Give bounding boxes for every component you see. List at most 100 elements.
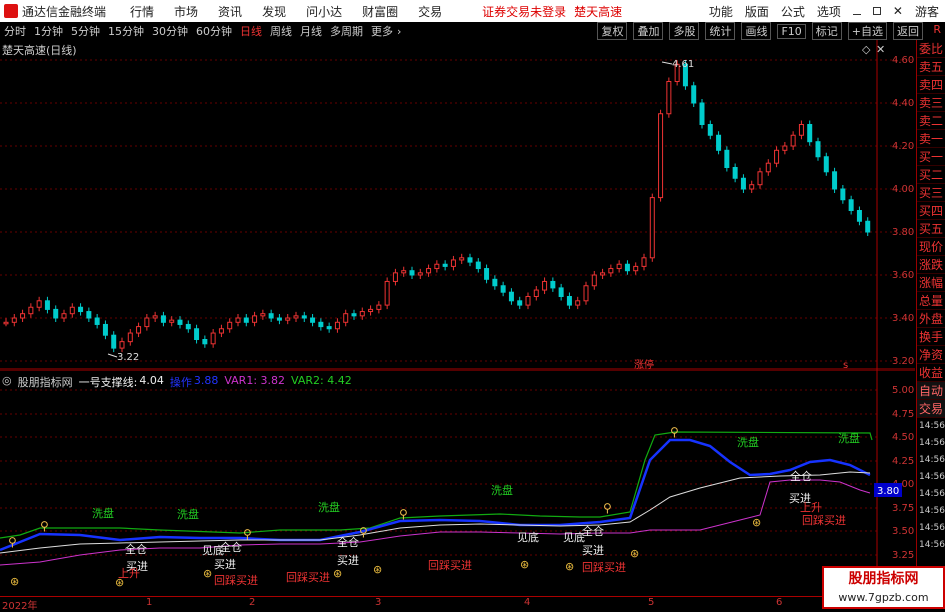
side-item[interactable]: 买五 <box>917 220 945 238</box>
menu-ask[interactable]: 问小达 <box>306 3 342 20</box>
tool-mark[interactable]: 标记 <box>811 22 842 40</box>
menu-options[interactable]: 选项 <box>817 3 841 20</box>
tool-f10[interactable]: F10 <box>777 23 806 39</box>
login-warning[interactable]: 证券交易未登录 <box>482 3 566 20</box>
figure-icon: ⚲ <box>359 525 368 539</box>
candle-body <box>790 134 796 147</box>
tool-draw[interactable]: 画线 <box>741 22 772 40</box>
maximize-icon[interactable] <box>872 7 881 15</box>
tool-overlay[interactable]: 叠加 <box>633 22 664 40</box>
side-time: 14:56 <box>919 438 945 448</box>
menu-quotes[interactable]: 行情 <box>130 3 154 20</box>
side-item[interactable]: 收益 <box>917 364 945 382</box>
pullback-buy-label: 回踩买进 <box>428 559 472 572</box>
side-item[interactable]: 卖二 <box>917 112 945 130</box>
close-icon[interactable]: ✕ <box>893 4 903 18</box>
price-tick: 4.60 <box>892 55 914 66</box>
app-logo-icon <box>4 4 18 18</box>
candle-body <box>218 328 224 334</box>
menu-formula[interactable]: 公式 <box>781 3 805 20</box>
candle-body <box>310 317 316 323</box>
period-multi[interactable]: 多周期 <box>330 23 363 39</box>
period-1min[interactable]: 1分钟 <box>34 23 63 39</box>
settings-diamond-icon[interactable]: ◇ <box>862 43 870 56</box>
side-item[interactable]: 涨跌 <box>917 256 945 274</box>
candle-body <box>558 287 564 297</box>
chart-title: 楚天高速(日线) <box>2 44 77 57</box>
side-item-trade[interactable]: 交易 <box>917 400 945 418</box>
close-panel-icon[interactable]: ✕ <box>876 43 885 56</box>
candle-body <box>442 263 448 267</box>
menu-discover[interactable]: 发现 <box>262 3 286 20</box>
period-15min[interactable]: 15分钟 <box>108 23 144 39</box>
chevron-right-icon[interactable]: › <box>397 25 401 38</box>
minimize-icon[interactable] <box>852 7 861 15</box>
buy-label: 买进 <box>214 558 236 571</box>
candle-body <box>823 156 829 173</box>
period-30min[interactable]: 30分钟 <box>152 23 188 39</box>
menu-trade[interactable]: 交易 <box>418 3 442 20</box>
tool-adjust[interactable]: 复权 <box>597 22 628 40</box>
date-tick: 3 <box>375 597 382 608</box>
candle-body <box>740 177 746 190</box>
tool-stats[interactable]: 统计 <box>705 22 736 40</box>
side-item[interactable]: 净资 <box>917 346 945 364</box>
period-timeshare[interactable]: 分时 <box>4 23 26 39</box>
tool-add-watchlist[interactable]: +自选 <box>847 22 887 40</box>
candle-body <box>484 268 490 280</box>
side-item-auto[interactable]: 自动 <box>917 382 945 400</box>
side-item[interactable]: 总量 <box>917 292 945 310</box>
candle-body <box>235 317 241 323</box>
candle-body <box>293 315 299 319</box>
figure-icon: ⚲ <box>399 507 408 521</box>
wash-label: 洗盘 <box>491 483 513 497</box>
side-item[interactable]: 现价 <box>917 238 945 256</box>
side-item[interactable]: 外盘 <box>917 310 945 328</box>
pullback-buy-label: 回踩买进 <box>582 561 626 574</box>
candle-body <box>699 102 705 125</box>
side-item[interactable]: 换手 <box>917 328 945 346</box>
candle-body <box>840 188 846 201</box>
indicator-chart[interactable]: 5.00 4.75 4.50 4.25 4.00 3.75 3.50 3.25 … <box>0 370 915 596</box>
side-item[interactable]: 买二 <box>917 166 945 184</box>
figure-icon: ⚲ <box>40 519 49 533</box>
side-item[interactable]: 卖五 <box>917 58 945 76</box>
menu-function[interactable]: 功能 <box>709 3 733 20</box>
candle-body <box>716 134 722 151</box>
period-monthly[interactable]: 月线 <box>300 23 322 39</box>
period-5min[interactable]: 5分钟 <box>71 23 100 39</box>
period-more[interactable]: 更多 <box>371 23 393 39</box>
period-daily[interactable]: 日线 <box>240 23 262 39</box>
side-item[interactable]: 买四 <box>917 202 945 220</box>
indicator-tick: 3.50 <box>892 526 914 537</box>
side-item[interactable]: 卖四 <box>917 76 945 94</box>
side-item[interactable]: 涨幅 <box>917 274 945 292</box>
period-60min[interactable]: 60分钟 <box>196 23 232 39</box>
candle-body <box>848 199 854 211</box>
candle-body <box>550 280 556 289</box>
candle-body <box>260 313 266 317</box>
menu-news[interactable]: 资讯 <box>218 3 242 20</box>
wash-label: 洗盘 <box>177 507 199 521</box>
indicator-name[interactable]: 股朋指标网 <box>18 374 73 390</box>
tool-multistock[interactable]: 多股 <box>669 22 700 40</box>
candle-body <box>94 317 100 325</box>
candle-body <box>3 321 9 325</box>
tool-back[interactable]: 返回 <box>893 22 923 40</box>
price-chart[interactable]: 4.60 4.40 4.20 4.00 3.80 3.60 3.40 3.20 … <box>0 40 915 370</box>
side-item[interactable]: 卖一 <box>917 130 945 148</box>
menu-market[interactable]: 市场 <box>174 3 198 20</box>
side-item[interactable]: 委比 <box>917 40 945 58</box>
event-marker: s <box>843 360 848 370</box>
side-item[interactable]: 买三 <box>917 184 945 202</box>
side-item[interactable]: 卖三 <box>917 94 945 112</box>
period-weekly[interactable]: 周线 <box>270 23 292 39</box>
price-tick: 4.40 <box>892 98 914 109</box>
side-item[interactable]: 买一 <box>917 148 945 166</box>
wash-label: 洗盘 <box>838 431 860 445</box>
menu-wealth[interactable]: 财富圈 <box>362 3 398 20</box>
figure-icon: ⚲ <box>8 535 17 549</box>
guest-user[interactable]: 游客 <box>915 3 939 20</box>
menu-layout[interactable]: 版面 <box>745 3 769 20</box>
settings-circle-icon[interactable]: ◎ <box>2 374 12 390</box>
